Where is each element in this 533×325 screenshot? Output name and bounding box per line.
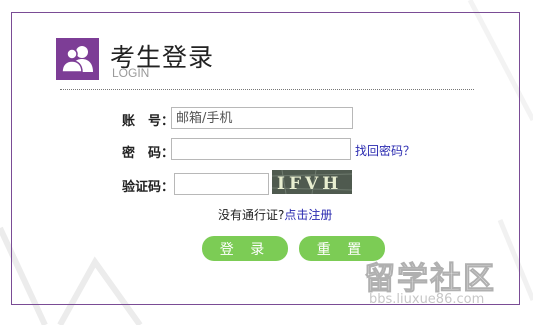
- captcha-image[interactable]: IFVH: [272, 170, 352, 194]
- account-label: 账 号：: [122, 114, 175, 129]
- logo: [56, 38, 99, 80]
- register-link[interactable]: 点击注册: [284, 208, 332, 222]
- password-label: 密 码：: [122, 146, 175, 161]
- register-row: 没有通行证?点击注册: [218, 206, 332, 223]
- watermark-url: bbs.liuxue86.com: [369, 292, 485, 307]
- account-input[interactable]: [171, 107, 353, 129]
- captcha-label: 验证码：: [122, 180, 175, 195]
- page-subtitle: LOGIN: [112, 66, 150, 80]
- register-prompt: 没有通行证?: [218, 208, 285, 222]
- password-input[interactable]: [171, 138, 351, 160]
- divider: [60, 89, 474, 90]
- captcha-input[interactable]: [174, 173, 269, 195]
- captcha-text: IFVH: [277, 174, 342, 194]
- users-icon: [61, 46, 93, 73]
- login-button[interactable]: 登 录: [202, 236, 288, 261]
- forgot-password-link[interactable]: 找回密码？: [355, 142, 415, 159]
